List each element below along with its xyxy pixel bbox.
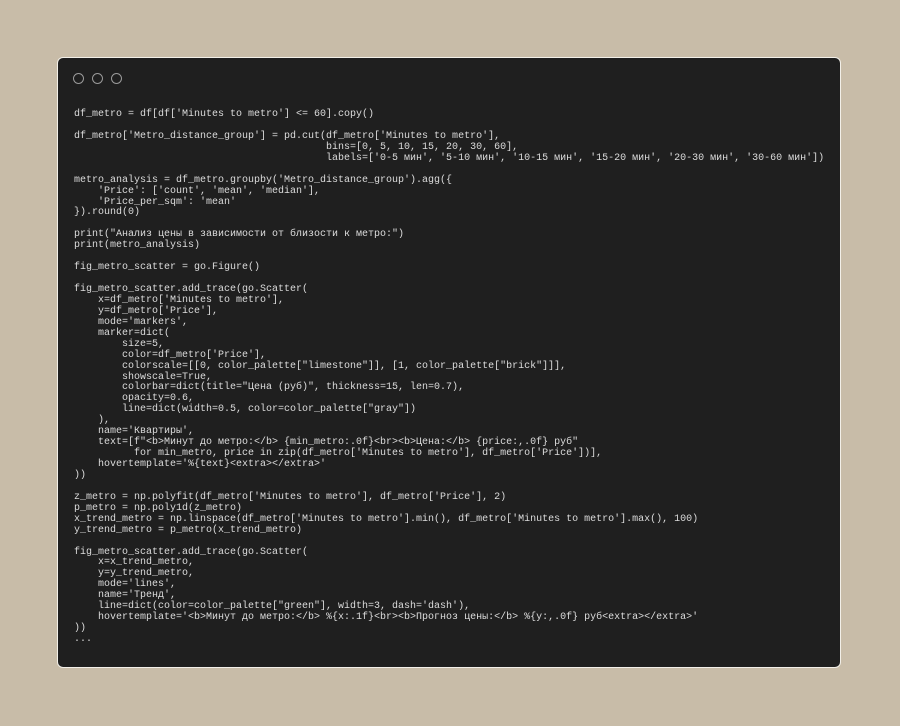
close-dot-icon[interactable]	[73, 73, 84, 84]
code-line: colorscale=[[0, color_palette["limestone…	[74, 360, 567, 372]
code-line: df_metro = df[df['Minutes to metro'] <= …	[74, 109, 375, 120]
code-line: ...	[74, 634, 93, 645]
code-line: size=5,	[74, 338, 165, 350]
minimize-dot-icon[interactable]	[92, 73, 103, 84]
code-line: metro_analysis = df_metro.groupby('Metro…	[74, 174, 453, 186]
code-line: 'Price': ['count', 'mean', 'median'],	[74, 185, 321, 197]
maximize-dot-icon[interactable]	[111, 73, 122, 84]
code-line: }).round(0)	[74, 207, 141, 219]
code-line: y_trend_metro = p_metro(x_trend_metro)	[74, 524, 303, 536]
code-line: color=df_metro['Price'],	[74, 349, 267, 361]
code-line: 'Price_per_sqm': 'mean'	[74, 196, 237, 208]
code-line: y=y_trend_metro,	[74, 568, 195, 580]
code-line: fig_metro_scatter = go.Figure()	[74, 262, 261, 274]
code-line: marker=dict(	[74, 327, 171, 339]
code-line: ))	[74, 469, 87, 481]
code-line: ))	[74, 623, 87, 635]
code-line: x_trend_metro = np.linspace(df_metro['Mi…	[74, 513, 699, 525]
code-line: labels=['0-5 мин', '5-10 мин', '10-15 ми…	[74, 152, 825, 164]
code-line: hovertemplate='<b>Минут до метро:</b> %{…	[74, 612, 699, 624]
window-controls	[73, 73, 122, 84]
code-line: mode='lines',	[74, 579, 177, 591]
code-line: hovertemplate='%{text}<extra></extra>'	[74, 459, 327, 470]
code-line: print(metro_analysis)	[74, 240, 201, 252]
code-window: df_metro = df[df['Minutes to metro'] <= …	[57, 57, 841, 668]
code-line: line=dict(width=0.5, color=color_palette…	[74, 404, 417, 416]
code-line: mode='markers',	[74, 316, 189, 328]
code-block: df_metro = df[df['Minutes to metro'] <= …	[74, 109, 825, 646]
